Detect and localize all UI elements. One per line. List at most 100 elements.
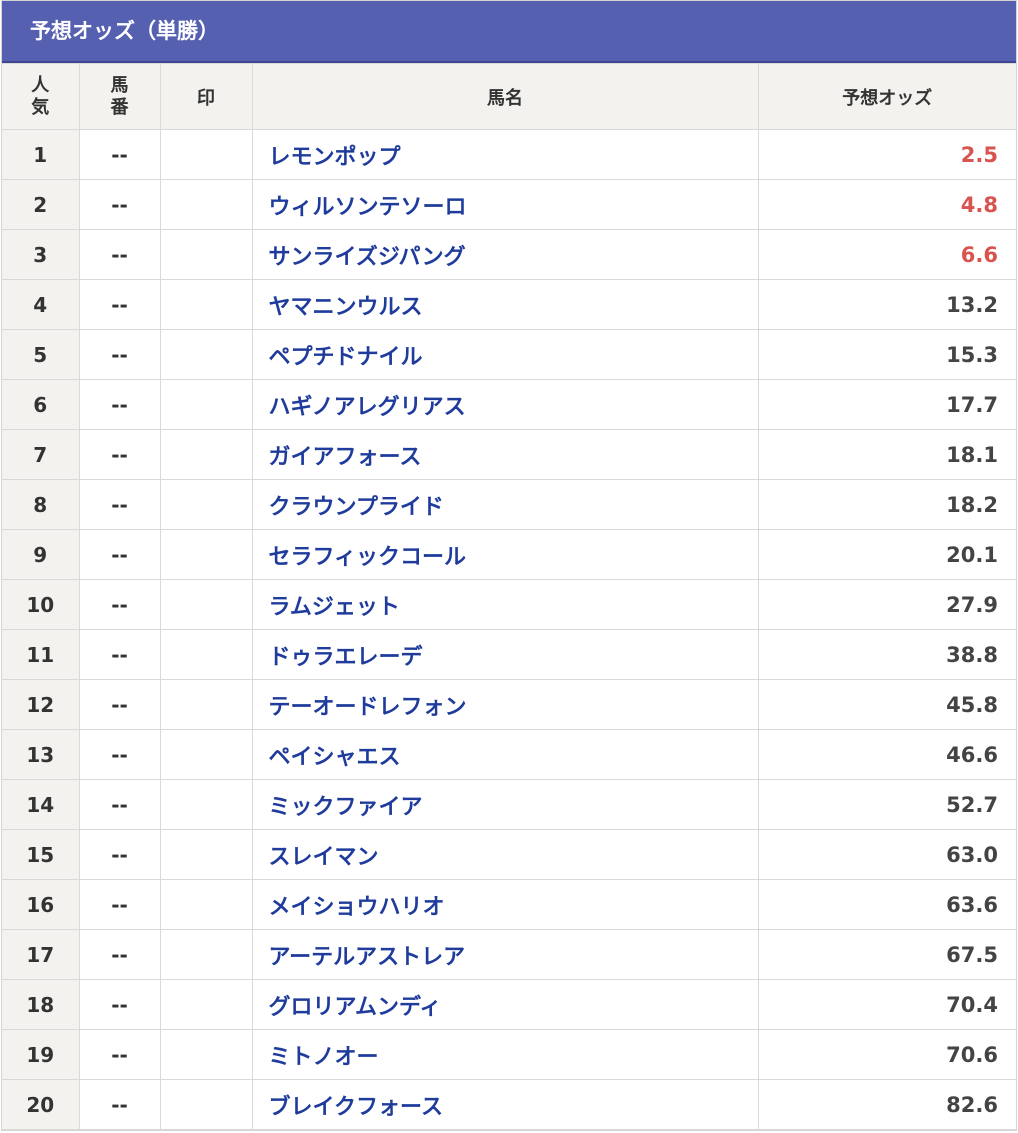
horse-name-link[interactable]: ミックファイア — [251, 779, 759, 830]
rank-cell: 3 — [2, 229, 80, 280]
horse-name-link[interactable]: テーオードレフォン — [251, 679, 759, 730]
mark-cell[interactable] — [159, 429, 253, 480]
odds-panel: 予想オッズ（単勝） 人気 馬番 印 馬名 予想オッズ 1 -- レモンポップ 2.5 2… — [1, 0, 1017, 1131]
rank-cell: 6 — [2, 379, 80, 430]
table-row: 3 -- サンライズジパング 6.6 — [2, 229, 1016, 280]
mark-cell[interactable] — [159, 729, 253, 780]
horse-name-link[interactable]: ドゥラエレーデ — [251, 629, 759, 680]
mark-cell[interactable] — [159, 979, 253, 1030]
mark-cell[interactable] — [159, 529, 253, 580]
table-row: 8 -- クラウンプライド 18.2 — [2, 479, 1016, 530]
rank-cell: 9 — [2, 529, 80, 580]
header-number-line1: 馬 — [110, 74, 129, 96]
horse-number-cell: -- — [78, 879, 161, 930]
horse-number-cell: -- — [78, 1029, 161, 1080]
mark-cell[interactable] — [159, 479, 253, 530]
horse-name-link[interactable]: メイショウハリオ — [251, 879, 759, 930]
table-row: 6 -- ハギノアレグリアス 17.7 — [2, 379, 1016, 430]
horse-number-cell: -- — [78, 279, 161, 330]
horse-name-link[interactable]: クラウンプライド — [251, 479, 759, 530]
horse-number-cell: -- — [78, 429, 161, 480]
horse-number-cell: -- — [78, 729, 161, 780]
mark-cell[interactable] — [159, 779, 253, 830]
horse-number-cell: -- — [78, 179, 161, 230]
rank-cell: 1 — [2, 129, 80, 180]
horse-name-link[interactable]: ウィルソンテソーロ — [251, 179, 759, 230]
odds-cell: 82.6 — [757, 1079, 1016, 1130]
table-row: 15 -- スレイマン 63.0 — [2, 829, 1016, 880]
odds-cell: 2.5 — [757, 129, 1016, 180]
horse-name-link[interactable]: ペイシャエス — [251, 729, 759, 780]
horse-number-cell: -- — [78, 779, 161, 830]
odds-cell: 13.2 — [757, 279, 1016, 330]
horse-number-cell: -- — [78, 479, 161, 530]
rank-cell: 14 — [2, 779, 80, 830]
mark-cell[interactable] — [159, 829, 253, 880]
table-row: 20 -- ブレイクフォース 82.6 — [2, 1079, 1016, 1130]
table-row: 19 -- ミトノオー 70.6 — [2, 1029, 1016, 1080]
mark-cell[interactable] — [159, 679, 253, 730]
odds-cell: 18.1 — [757, 429, 1016, 480]
horse-name-link[interactable]: ミトノオー — [251, 1029, 759, 1080]
table-row: 17 -- アーテルアストレア 67.5 — [2, 929, 1016, 980]
horse-name-link[interactable]: スレイマン — [251, 829, 759, 880]
rank-cell: 19 — [2, 1029, 80, 1080]
rank-cell: 7 — [2, 429, 80, 480]
table-row: 11 -- ドゥラエレーデ 38.8 — [2, 629, 1016, 680]
horse-name-link[interactable]: ヤマニンウルス — [251, 279, 759, 330]
horse-name-link[interactable]: グロリアムンディ — [251, 979, 759, 1030]
table-header-row: 人気 馬番 印 馬名 予想オッズ — [2, 63, 1016, 130]
odds-cell: 45.8 — [757, 679, 1016, 730]
panel-title: 予想オッズ（単勝） — [2, 1, 1016, 63]
mark-cell[interactable] — [159, 129, 253, 180]
horse-number-cell: -- — [78, 379, 161, 430]
odds-cell: 46.6 — [757, 729, 1016, 780]
horse-name-link[interactable]: ブレイクフォース — [251, 1079, 759, 1130]
table-row: 13 -- ペイシャエス 46.6 — [2, 729, 1016, 780]
horse-name-link[interactable]: アーテルアストレア — [251, 929, 759, 980]
mark-cell[interactable] — [159, 179, 253, 230]
odds-cell: 70.6 — [757, 1029, 1016, 1080]
horse-name-link[interactable]: ハギノアレグリアス — [251, 379, 759, 430]
odds-cell: 20.1 — [757, 529, 1016, 580]
horse-number-cell: -- — [78, 829, 161, 880]
mark-cell[interactable] — [159, 879, 253, 930]
table-row: 4 -- ヤマニンウルス 13.2 — [2, 279, 1016, 330]
odds-cell: 4.8 — [757, 179, 1016, 230]
rank-cell: 15 — [2, 829, 80, 880]
header-odds: 予想オッズ — [757, 63, 1016, 130]
horse-number-cell: -- — [78, 579, 161, 630]
horse-name-link[interactable]: ラムジェット — [251, 579, 759, 630]
table-row: 1 -- レモンポップ 2.5 — [2, 129, 1016, 180]
horse-number-cell: -- — [78, 229, 161, 280]
odds-cell: 38.8 — [757, 629, 1016, 680]
rank-cell: 20 — [2, 1079, 80, 1130]
header-horse-name: 馬名 — [251, 63, 759, 130]
odds-cell: 18.2 — [757, 479, 1016, 530]
odds-table: 人気 馬番 印 馬名 予想オッズ 1 -- レモンポップ 2.5 2 -- ウィルソンテソー… — [2, 63, 1016, 1130]
table-row: 16 -- メイショウハリオ 63.6 — [2, 879, 1016, 930]
rank-cell: 18 — [2, 979, 80, 1030]
mark-cell[interactable] — [159, 279, 253, 330]
horse-name-link[interactable]: サンライズジパング — [251, 229, 759, 280]
horse-name-link[interactable]: ガイアフォース — [251, 429, 759, 480]
rank-cell: 4 — [2, 279, 80, 330]
odds-cell: 67.5 — [757, 929, 1016, 980]
mark-cell[interactable] — [159, 329, 253, 380]
mark-cell[interactable] — [159, 379, 253, 430]
mark-cell[interactable] — [159, 1029, 253, 1080]
horse-number-cell: -- — [78, 629, 161, 680]
horse-number-cell: -- — [78, 929, 161, 980]
horse-name-link[interactable]: ペプチドナイル — [251, 329, 759, 380]
horse-name-link[interactable]: レモンポップ — [251, 129, 759, 180]
mark-cell[interactable] — [159, 929, 253, 980]
mark-cell[interactable] — [159, 229, 253, 280]
rank-cell: 11 — [2, 629, 80, 680]
header-number: 馬番 — [78, 63, 161, 130]
mark-cell[interactable] — [159, 629, 253, 680]
header-popularity-line1: 人 — [31, 74, 50, 96]
horse-name-link[interactable]: セラフィックコール — [251, 529, 759, 580]
mark-cell[interactable] — [159, 1079, 253, 1130]
odds-cell: 70.4 — [757, 979, 1016, 1030]
mark-cell[interactable] — [159, 579, 253, 630]
